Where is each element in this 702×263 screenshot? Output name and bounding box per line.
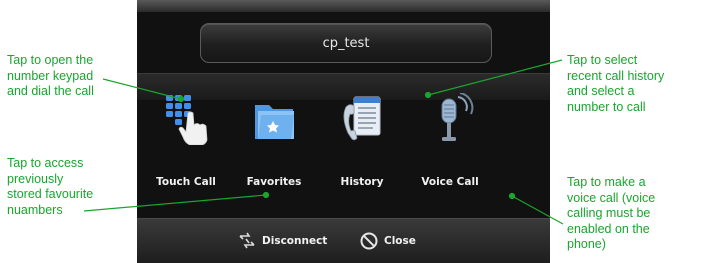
callout-line-favorites <box>83 194 267 212</box>
callout-line-history <box>427 59 563 96</box>
callout-lines <box>83 59 564 225</box>
callout-dot-favorites <box>262 191 270 199</box>
callout-line-touch-call <box>102 78 182 100</box>
callout-line-voice-call <box>511 195 564 225</box>
callout-dot-history <box>424 91 432 99</box>
callout-dot-touch-call <box>177 95 185 103</box>
callout-dot-voice-call <box>508 192 516 200</box>
